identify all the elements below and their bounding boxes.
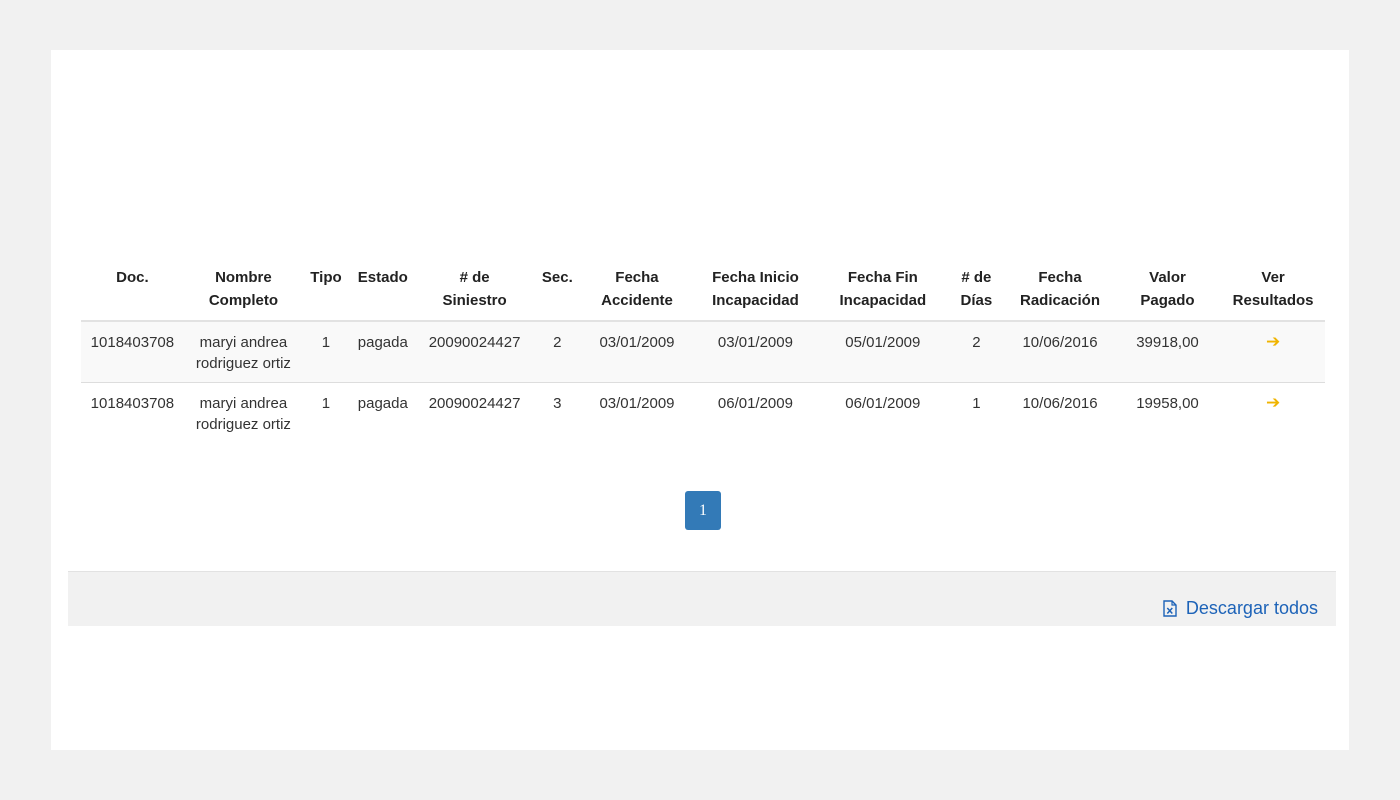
cell-estado: pagada (357, 334, 408, 351)
col-header-ver: Ver Resultados (1221, 262, 1325, 322)
cell-doc: 1018403708 (90, 334, 175, 351)
download-all-link[interactable]: Descargar todos (1163, 598, 1318, 619)
cell-fecha-inicio: 06/01/2009 (691, 382, 820, 444)
download-all-label: Descargar todos (1185, 598, 1318, 618)
col-header-tipo: Tipo (303, 262, 349, 322)
cell-tipo: 1 (303, 382, 349, 444)
cell-fecha-inicio: 03/01/2009 (717, 334, 793, 351)
col-header-nombre: Nombre Completo (183, 262, 304, 322)
table-header-row: Doc. Nombre Completo Tipo Estado # de Sini… (81, 262, 1325, 322)
cell-nombre: maryi andrea rodriguez ortiz (183, 382, 304, 444)
cell-fecha-fin: 06/01/2009 (819, 382, 947, 444)
cell-dias: 1 (946, 382, 1007, 444)
cell-fecha-radicacion: 10/06/2016 (1006, 382, 1114, 444)
cell-sec: 3 (532, 382, 583, 444)
cell-fecha-accidente: 03/01/2009 (582, 382, 692, 444)
table-row: 1018403708 maryi andrea rodriguez ortiz 1… (81, 382, 1325, 444)
col-header-fecha-inicio: Fecha Inicio Incapacidad (691, 262, 820, 322)
col-header-fecha-radicacion: Fecha Radicación (1006, 262, 1114, 322)
arrow-right-icon[interactable]: ➔ (1266, 333, 1280, 351)
excel-file-icon (1163, 600, 1177, 617)
arrow-right-icon[interactable]: ➔ (1266, 394, 1280, 412)
col-header-dias: # de Días (946, 262, 1007, 322)
cell-fecha-accidente: 03/01/2009 (599, 334, 675, 351)
results-panel: Doc. Nombre Completo Tipo Estado # de Sini… (51, 50, 1349, 750)
results-table-container: Doc. Nombre Completo Tipo Estado # de Sini… (81, 262, 1325, 444)
cell-ver: ➔ (1221, 382, 1325, 444)
cell-sec: 2 (553, 334, 562, 351)
cell-siniestro: 20090024427 (428, 334, 521, 351)
cell-doc: 1018403708 (81, 382, 184, 444)
cell-estado: pagada (348, 382, 417, 444)
col-header-valor: Valor Pagado (1113, 262, 1222, 322)
results-table: Doc. Nombre Completo Tipo Estado # de Sini… (81, 262, 1325, 444)
cell-ver: ➔ (1221, 321, 1325, 383)
col-header-fecha-fin: Fecha Fin Incapacidad (819, 262, 947, 322)
col-header-sec: Sec. (532, 262, 583, 322)
cell-siniestro: 20090024427 (416, 382, 533, 444)
col-header-siniestro: # de Siniestro (416, 262, 533, 322)
cell-fecha-radicacion: 10/06/2016 (1022, 334, 1098, 351)
cell-nombre: maryi andrea rodriguez ortiz (195, 334, 291, 372)
col-header-doc: Doc. (81, 262, 184, 322)
col-header-estado: Estado (348, 262, 417, 322)
pagination-page-button[interactable]: 1 (685, 491, 721, 530)
cell-dias: 2 (972, 334, 981, 351)
cell-valor: 19958,00 (1113, 382, 1222, 444)
table-row: 1018403708 maryi andrea rodriguez ortiz 1… (81, 321, 1325, 383)
col-header-fecha-accidente: Fecha Accidente (582, 262, 692, 322)
cell-tipo: 1 (321, 334, 331, 351)
footer-bar: Descargar todos (68, 571, 1336, 626)
cell-valor: 39918,00 (1136, 334, 1199, 351)
cell-fecha-fin: 05/01/2009 (845, 334, 921, 351)
